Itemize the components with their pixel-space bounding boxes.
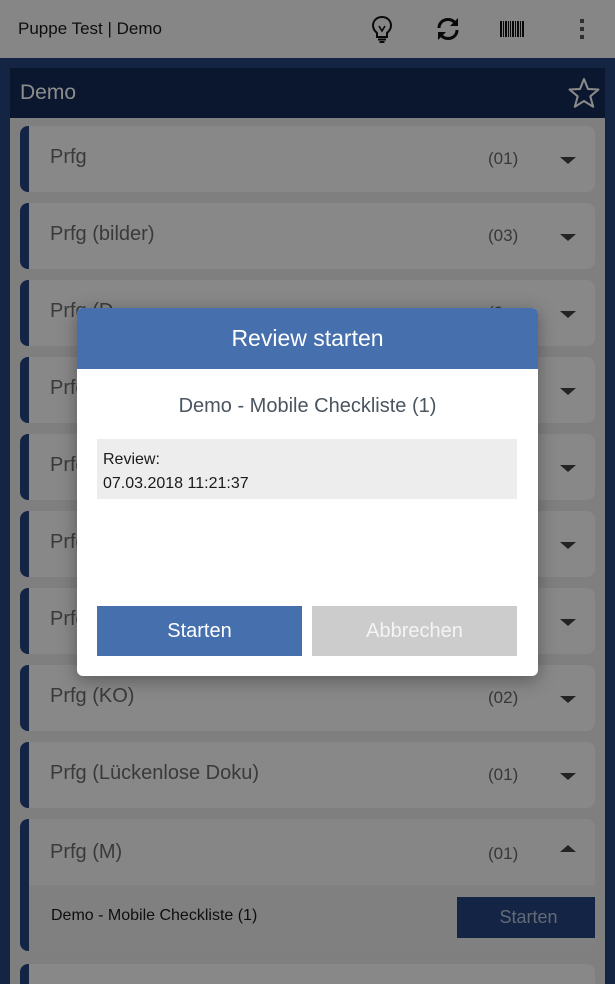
- review-label: Review:: [103, 451, 160, 468]
- review-start-dialog: Review starten Demo - Mobile Checkliste …: [77, 308, 538, 676]
- cancel-button[interactable]: Abbrechen: [312, 606, 517, 656]
- dialog-subtitle: Demo - Mobile Checkliste (1): [178, 395, 437, 417]
- start-button[interactable]: Starten: [97, 606, 302, 656]
- review-info-box: Review: 07.03.2018 11:21:37: [97, 439, 517, 499]
- dialog-header: Review starten: [77, 308, 538, 369]
- review-timestamp: 07.03.2018 11:21:37: [103, 475, 249, 492]
- dialog-title: Review starten: [231, 325, 384, 351]
